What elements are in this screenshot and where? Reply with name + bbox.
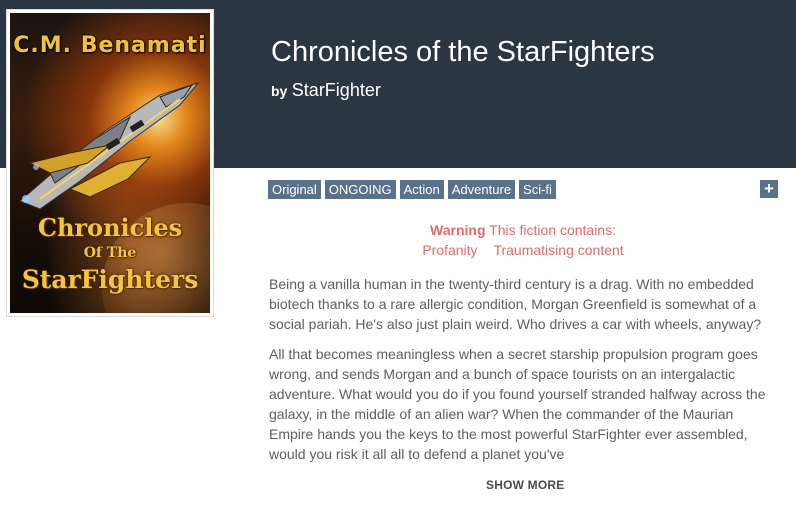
cover-title-line2: Of The [83, 245, 137, 261]
tag-ongoing[interactable]: ONGOING [324, 180, 396, 199]
warning-item-profanity: Profanity [422, 242, 478, 258]
cover-title-line3: StarFighters [21, 265, 199, 294]
tag-list: Original ONGOING Action Adventure Sci-fi [268, 180, 556, 199]
warning-label: Warning [430, 222, 486, 238]
warning-item-traumatising: Traumatising content [493, 242, 624, 258]
tag-adventure[interactable]: Adventure [447, 180, 516, 199]
cover-image: C.M. Benamati Chronicles Of The StarFigh… [10, 13, 210, 313]
cover-title-line1: Chronicles [37, 213, 183, 242]
author-link[interactable]: StarFighter [292, 80, 381, 100]
fiction-title: Chronicles of the StarFighters [271, 36, 655, 68]
description-paragraph: All that becomes meaningless when a secr… [269, 346, 766, 462]
warning-items: Profanity Traumatising content [268, 240, 778, 260]
tag-scifi[interactable]: Sci-fi [519, 180, 556, 199]
tag-action[interactable]: Action [399, 180, 444, 199]
cover-image-frame: C.M. Benamati Chronicles Of The StarFigh… [6, 9, 214, 317]
add-to-list-button[interactable]: + [760, 180, 778, 198]
by-label: by [271, 83, 288, 99]
cover-author-text: C.M. Benamati [13, 33, 207, 58]
description-paragraph: Being a vanilla human in the twenty-thir… [269, 276, 762, 332]
show-more-button[interactable]: SHOW MORE [486, 478, 564, 492]
fiction-author-line: by StarFighter [271, 80, 381, 101]
fiction-description: Being a vanilla human in the twenty-thir… [269, 274, 774, 477]
warning-text: This fiction contains: [489, 222, 616, 238]
tag-original[interactable]: Original [268, 180, 321, 199]
content-warning: Warning This fiction contains: Profanity… [268, 220, 778, 260]
